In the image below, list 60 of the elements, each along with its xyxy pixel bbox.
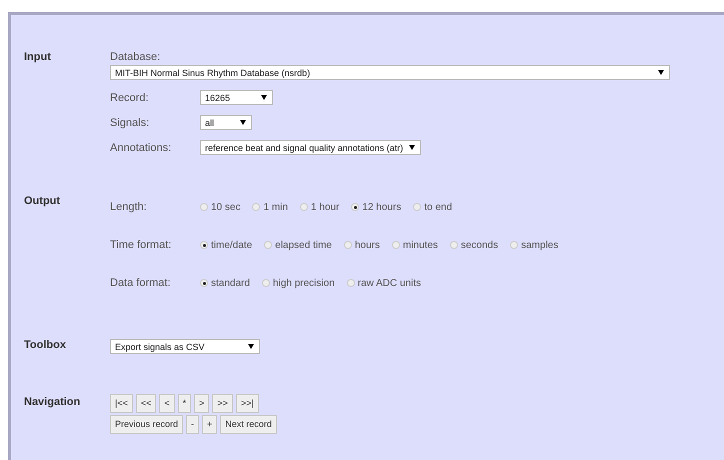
field-label: Data format: <box>110 277 172 289</box>
radio-label[interactable]: elapsed time <box>275 240 332 250</box>
nav-button[interactable]: >> <box>212 394 233 413</box>
select-dropdown[interactable]: Export signals as CSV <box>110 339 260 354</box>
field-label: Annotations: <box>110 142 172 154</box>
radio-button[interactable] <box>200 279 208 287</box>
radio-button[interactable] <box>413 203 422 211</box>
radio-label[interactable]: 12 hours <box>362 202 402 212</box>
radio-label[interactable]: raw ADC units <box>358 278 421 288</box>
select-dropdown[interactable]: reference beat and signal quality annotations (atr) <box>200 140 422 155</box>
radio-label[interactable]: samples <box>521 240 558 250</box>
radio-label[interactable]: 1 hour <box>310 202 340 212</box>
radio-button[interactable] <box>300 203 308 211</box>
radio-button[interactable] <box>200 241 208 249</box>
nav-button[interactable]: + <box>202 415 218 434</box>
caret-icon <box>658 70 664 75</box>
field-label: Signals: <box>110 116 150 128</box>
nav-button[interactable]: |<< <box>110 394 133 413</box>
section-title: Output <box>24 195 62 209</box>
radio-label[interactable]: 10 sec <box>211 202 240 212</box>
radio-label[interactable]: hours <box>354 240 380 250</box>
radio-button[interactable] <box>510 241 518 249</box>
caret-icon <box>240 120 246 125</box>
caret-icon <box>409 145 416 150</box>
nav-button[interactable]: Next record <box>220 415 277 434</box>
radio-button[interactable] <box>346 279 355 287</box>
radio-button[interactable] <box>200 203 208 211</box>
radio-button[interactable] <box>262 279 270 287</box>
nav-button[interactable]: < <box>159 394 175 413</box>
select-dropdown[interactable]: MIT-BIH Normal Sinus Rhythm Database (nsrdb) <box>110 65 670 80</box>
radio-label[interactable]: 1 min <box>263 202 288 212</box>
radio-label[interactable]: minutes <box>402 240 438 250</box>
field-label: Database: <box>110 51 162 63</box>
section-title: Input <box>24 51 52 65</box>
radio-label[interactable]: high precision <box>272 278 335 288</box>
radio-label[interactable]: seconds <box>460 240 498 250</box>
section-title: Toolbox <box>24 339 67 353</box>
radio-button[interactable] <box>252 203 260 211</box>
radio-label[interactable]: standard <box>211 278 250 288</box>
nav-button[interactable]: << <box>136 394 156 413</box>
section-title: Navigation <box>24 396 82 410</box>
nav-button[interactable]: * <box>178 394 192 413</box>
nav-button[interactable]: >>| <box>236 394 259 413</box>
radio-button[interactable] <box>264 241 272 249</box>
radio-label[interactable]: to end <box>424 202 452 212</box>
radio-label[interactable]: time/date <box>211 240 252 250</box>
field-label: Time format: <box>110 239 172 251</box>
radio-button[interactable] <box>351 203 360 211</box>
field-label: Record: <box>110 92 150 104</box>
nav-button[interactable]: Previous record <box>110 415 184 434</box>
radio-button[interactable] <box>450 241 458 249</box>
radio-button[interactable] <box>392 241 400 249</box>
nav-button[interactable]: - <box>186 415 200 434</box>
caret-icon <box>248 344 254 349</box>
field-label: Length: <box>110 201 148 213</box>
select-dropdown[interactable]: 16265 <box>200 90 273 105</box>
caret-icon <box>261 95 267 100</box>
radio-button[interactable] <box>344 241 352 249</box>
select-dropdown[interactable]: all <box>200 115 252 130</box>
nav-button[interactable]: > <box>194 394 210 413</box>
